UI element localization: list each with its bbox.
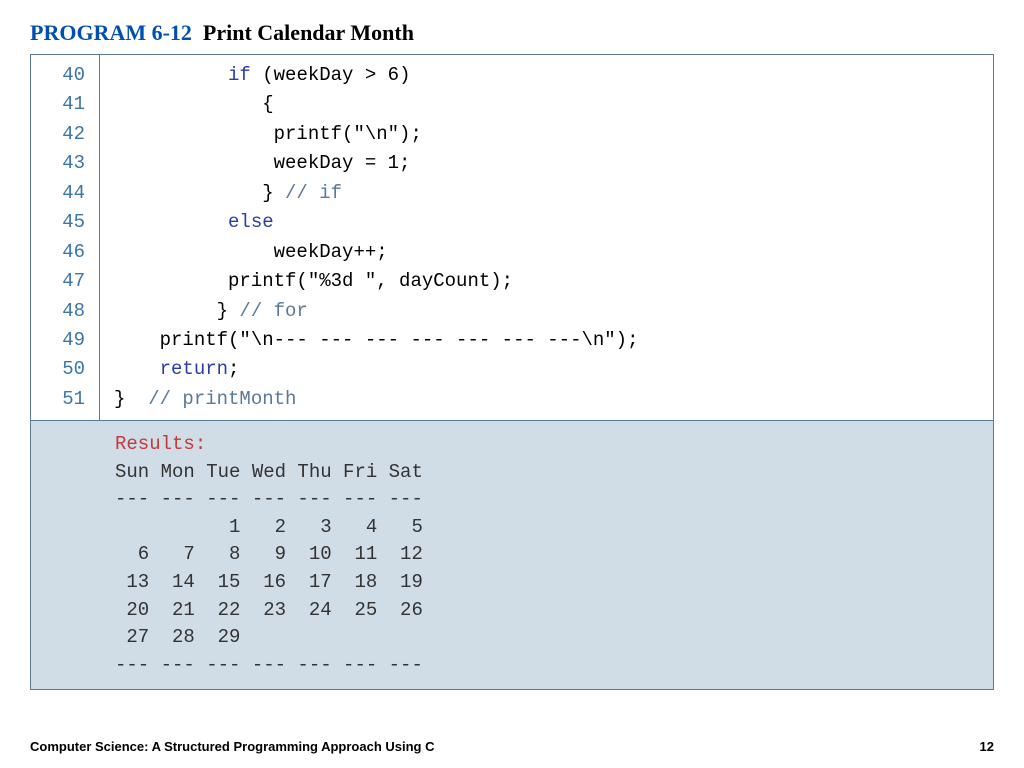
program-number: PROGRAM 6-12	[30, 20, 192, 45]
line-number: 46	[31, 238, 91, 267]
line-number: 49	[31, 326, 91, 355]
line-number: 44	[31, 179, 91, 208]
results-block: Results: Sun Mon Tue Wed Thu Fri Sat ---…	[30, 420, 994, 690]
program-name: Print Calendar Month	[203, 20, 414, 45]
line-number: 48	[31, 297, 91, 326]
line-number: 40	[31, 61, 91, 90]
footer-book-title: Computer Science: A Structured Programmi…	[30, 739, 435, 754]
results-output: Sun Mon Tue Wed Thu Fri Sat --- --- --- …	[115, 461, 423, 676]
line-number: 47	[31, 267, 91, 296]
line-number: 51	[31, 385, 91, 414]
code-listing: 404142434445464748495051 if (weekDay > 6…	[30, 54, 994, 420]
page-footer: Computer Science: A Structured Programmi…	[30, 739, 994, 754]
line-number: 43	[31, 149, 91, 178]
line-number: 45	[31, 208, 91, 237]
line-number-gutter: 404142434445464748495051	[31, 55, 100, 420]
footer-page-number: 12	[980, 739, 994, 754]
line-number: 41	[31, 90, 91, 119]
line-number: 42	[31, 120, 91, 149]
line-number: 50	[31, 355, 91, 384]
results-label: Results:	[115, 433, 206, 455]
code-content: if (weekDay > 6) { printf("\n"); weekDay…	[100, 55, 993, 420]
program-title: PROGRAM 6-12 Print Calendar Month	[30, 20, 994, 46]
